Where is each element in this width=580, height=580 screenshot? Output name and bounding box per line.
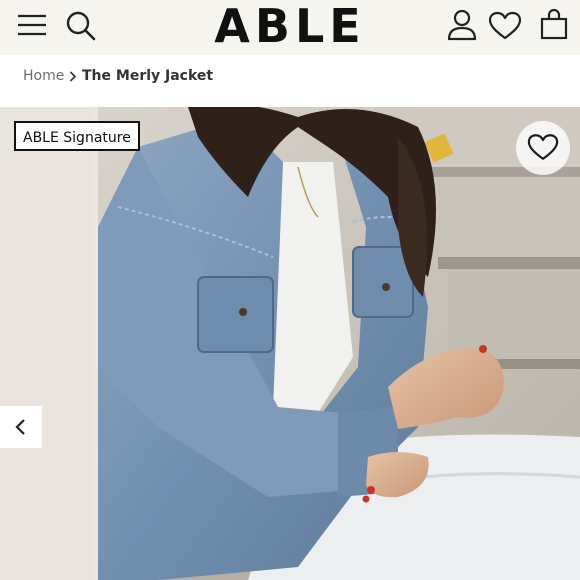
account-icon[interactable] — [447, 9, 477, 41]
breadcrumb-home-link[interactable]: Home — [23, 67, 64, 85]
product-image[interactable] — [98, 107, 580, 580]
chevron-right-icon — [69, 71, 77, 82]
bag-icon[interactable] — [540, 8, 568, 40]
chevron-left-icon — [15, 419, 25, 435]
heart-icon — [527, 134, 559, 160]
site-header: ABLE — [0, 0, 580, 55]
favorite-button[interactable] — [516, 121, 570, 175]
previous-image-button[interactable] — [0, 406, 42, 448]
product-photo-illustration — [98, 107, 580, 580]
product-gallery — [0, 107, 580, 580]
product-badge: ABLE Signature — [14, 121, 140, 151]
breadcrumb-current: The Merly Jacket — [82, 68, 214, 84]
thumbnail-strip[interactable] — [0, 107, 92, 580]
wishlist-icon[interactable] — [488, 11, 522, 41]
